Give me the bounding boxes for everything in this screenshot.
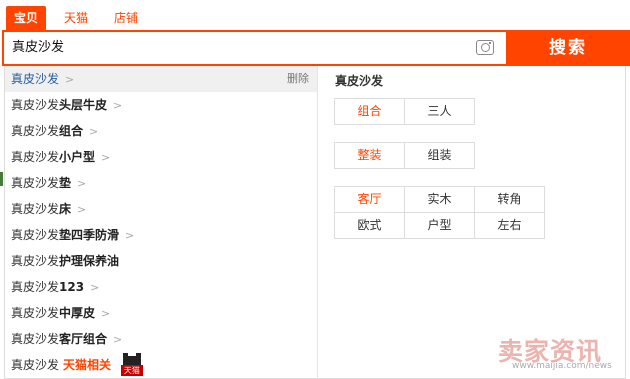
attribute-option[interactable]: 左右 (475, 213, 545, 239)
suggestion-base: 真皮沙发 (11, 306, 60, 320)
suggestion-suffix: 床 (59, 202, 72, 216)
chevron-right-icon: > (89, 125, 99, 138)
tab-baobei[interactable]: 宝贝 (6, 6, 47, 30)
suggestion-base: 真皮沙发 (11, 124, 60, 138)
suggestion-base: 真皮沙发 (11, 150, 60, 164)
tab-shop[interactable]: 店铺 (106, 6, 146, 30)
page-edge-decoration (0, 172, 3, 186)
attribute-option[interactable]: 客厅 (335, 187, 405, 213)
suggestion-suffix: 垫 (59, 176, 72, 190)
attribute-option[interactable]: 组装 (405, 143, 475, 169)
suggestion-base: 真皮沙发 (11, 280, 60, 294)
chevron-right-icon: > (77, 203, 87, 216)
suggestion-suffix: 护理保养油 (59, 254, 120, 268)
attribute-group: 整装 组装 (334, 142, 475, 169)
attribute-option[interactable]: 户型 (405, 213, 475, 239)
suggestion-item[interactable]: 真皮沙发客厅组合 > (5, 326, 317, 352)
camera-icon[interactable] (476, 40, 494, 55)
tmall-cat-icon: 天猫 (120, 352, 143, 376)
tmall-icon-label: 天猫 (120, 364, 143, 376)
suggestion-base: 真皮沙发 (11, 176, 60, 190)
chevron-right-icon: > (101, 151, 111, 164)
attribute-option[interactable]: 三人 (405, 99, 475, 125)
suggestion-item[interactable]: 真皮沙发中厚皮 > (5, 300, 317, 326)
attribute-option[interactable]: 组合 (335, 99, 405, 125)
suggestion-base: 真皮沙发 (11, 202, 60, 216)
search-tabs: 宝贝 天猫 店铺 (0, 0, 630, 30)
chevron-right-icon: > (125, 229, 135, 242)
suggestion-item-tmall[interactable]: 真皮沙发 天猫相关 天猫 (5, 352, 317, 378)
chevron-right-icon: > (113, 99, 123, 112)
suggestion-suffix: 小户型 (59, 150, 96, 164)
attribute-option[interactable]: 欧式 (335, 213, 405, 239)
chevron-right-icon: > (113, 333, 123, 346)
suggestion-base: 真皮沙发 (11, 358, 60, 372)
search-input[interactable] (12, 32, 472, 64)
attribute-group: 组合 三人 (334, 98, 475, 125)
delete-link[interactable]: 删除 (287, 66, 309, 92)
suggestion-item[interactable]: 真皮沙发床 > (5, 196, 317, 222)
suggestion-suffix: 头层牛皮 (59, 98, 108, 112)
attribute-group: 客厅 实木 转角 欧式 户型 左右 (334, 186, 545, 239)
suggestion-base: 真皮沙发 (11, 228, 60, 242)
panel-title: 真皮沙发 (335, 74, 384, 88)
tab-tmall[interactable]: 天猫 (56, 6, 96, 30)
suggestion-suffix: 客厅组合 (59, 332, 108, 346)
suggestion-item[interactable]: 真皮沙发垫四季防滑 > (5, 222, 317, 248)
suggestion-item[interactable]: 真皮沙发头层牛皮 > (5, 92, 317, 118)
watermark-url: www.maijia.com/news (512, 361, 612, 371)
suggestion-item[interactable]: 真皮沙发 > 删除 (5, 66, 317, 92)
suggestion-item[interactable]: 真皮沙发组合 > (5, 118, 317, 144)
suggestion-base: 真皮沙发 (11, 98, 60, 112)
suggestion-item[interactable]: 真皮沙发小户型 > (5, 144, 317, 170)
chevron-right-icon: > (90, 281, 100, 294)
suggestion-suffix: 垫四季防滑 (59, 228, 120, 242)
suggestion-suffix: 123 (59, 280, 85, 294)
suggestion-suffix: 中厚皮 (59, 306, 96, 320)
suggestion-base: 真皮沙发 (11, 332, 60, 346)
chevron-right-icon: > (65, 73, 75, 86)
attribute-option[interactable]: 实木 (405, 187, 475, 213)
suggestion-item[interactable]: 真皮沙发护理保养油 (5, 248, 317, 274)
tmall-related-label: 天猫相关 (63, 358, 112, 372)
suggestion-item[interactable]: 真皮沙发123 > (5, 274, 317, 300)
attribute-option[interactable]: 整装 (335, 143, 405, 169)
suggestion-suffix: 组合 (59, 124, 84, 138)
suggestion-item[interactable]: 真皮沙发垫 > (5, 170, 317, 196)
suggestion-base: 真皮沙发 (11, 72, 60, 86)
attribute-option[interactable]: 转角 (475, 187, 545, 213)
suggestion-list: 真皮沙发 > 删除 真皮沙发头层牛皮 > 真皮沙发组合 > 真皮沙发小户型 > 真皮沙发… (5, 66, 317, 378)
suggestion-base: 真皮沙发 (11, 254, 60, 268)
search-button[interactable]: 搜索 (506, 30, 630, 66)
chevron-right-icon: > (77, 177, 87, 190)
chevron-right-icon: > (101, 307, 111, 320)
search-bar: 搜索 (2, 30, 630, 66)
